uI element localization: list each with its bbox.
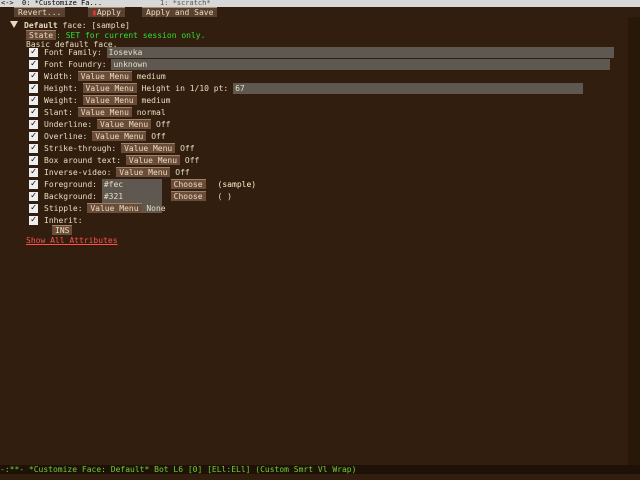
attribute-row: Strike-through: Value Menu Off bbox=[44, 143, 195, 154]
attribute-checkbox[interactable]: ✓ bbox=[29, 156, 38, 165]
text-field[interactable]: unknown bbox=[111, 59, 611, 70]
tab-scratch[interactable]: 1: *scratch* bbox=[160, 0, 211, 7]
mode-line: -:**- *Customize Face: Default* Bot L6 [… bbox=[0, 465, 640, 474]
show-all-attributes-link[interactable]: Show All Attributes bbox=[26, 236, 118, 245]
minibuffer[interactable] bbox=[0, 474, 640, 480]
attribute-checkbox[interactable]: ✓ bbox=[29, 72, 38, 81]
attribute-row: Slant: Value Menu normal bbox=[44, 107, 166, 118]
choose-color-button[interactable]: Choose bbox=[170, 179, 206, 189]
attribute-label: Font Foundry: bbox=[44, 60, 107, 69]
attribute-label: Inverse-video: bbox=[44, 168, 112, 177]
attribute-row: Inverse-video: Value Menu Off bbox=[44, 167, 190, 178]
attribute-value: medium bbox=[141, 96, 171, 105]
right-fringe bbox=[628, 17, 640, 465]
height-field[interactable]: 67 bbox=[233, 83, 584, 94]
attribute-row: Background: #321 Choose( ) bbox=[44, 191, 232, 213]
attribute-checkbox[interactable]: ✓ bbox=[29, 48, 38, 57]
attribute-value: None bbox=[146, 204, 166, 213]
attribute-label: Font Family: bbox=[44, 48, 102, 57]
attribute-checkbox[interactable]: ✓ bbox=[29, 120, 38, 129]
attribute-checkbox[interactable]: ✓ bbox=[29, 108, 38, 117]
attribute-checkbox[interactable]: ✓ bbox=[29, 216, 38, 225]
choose-color-button[interactable]: Choose bbox=[170, 191, 206, 201]
apply-button[interactable]: ▮Apply bbox=[88, 7, 125, 17]
apply-save-button[interactable]: Apply and Save bbox=[142, 7, 218, 17]
attribute-row: Underline: Value Menu Off bbox=[44, 119, 170, 130]
attribute-checkbox[interactable]: ✓ bbox=[29, 204, 38, 213]
attribute-value: normal bbox=[136, 108, 166, 117]
attribute-value: medium bbox=[136, 72, 166, 81]
tab-switcher[interactable]: <-> bbox=[1, 0, 14, 7]
tab-bar: <-> 0: *Customize Fa... 1: *scratch* bbox=[0, 0, 640, 7]
color-sample: ( ) bbox=[217, 192, 232, 201]
emacs-frame: <-> 0: *Customize Fa... 1: *scratch* Rev… bbox=[0, 0, 640, 480]
attribute-value: Off bbox=[180, 144, 195, 153]
attribute-label: Height: bbox=[44, 84, 78, 93]
attribute-label: Overline: bbox=[44, 132, 88, 141]
attribute-checkbox[interactable]: ✓ bbox=[29, 60, 38, 69]
attribute-label: Background: bbox=[44, 192, 97, 201]
value-menu-button[interactable]: Value Menu bbox=[82, 83, 137, 93]
apply-label: Apply bbox=[96, 8, 121, 17]
attribute-value: Off bbox=[175, 168, 190, 177]
value-menu-button[interactable]: Value Menu bbox=[125, 155, 181, 165]
value-menu-button[interactable]: Value Menu bbox=[116, 167, 171, 177]
ins-button[interactable]: INS bbox=[52, 225, 73, 235]
value-menu-button[interactable]: Value Menu bbox=[92, 131, 147, 141]
value-menu-button[interactable]: Value Menu bbox=[82, 95, 137, 105]
attribute-label: Slant: bbox=[44, 108, 73, 117]
color-sample: (sample) bbox=[217, 180, 257, 189]
show-all-row: Show All Attributes bbox=[26, 235, 118, 246]
face-word: face: bbox=[57, 21, 92, 30]
attribute-label: Underline: bbox=[44, 120, 93, 129]
attribute-row: Stipple: Value Menu None bbox=[44, 203, 166, 214]
text-field[interactable]: Iosevka bbox=[106, 47, 614, 58]
collapse-triangle-icon[interactable] bbox=[10, 21, 18, 28]
attribute-value: Off bbox=[156, 120, 171, 129]
attribute-label: Weight: bbox=[44, 96, 78, 105]
face-sample: [sample] bbox=[91, 21, 130, 30]
attribute-checkbox[interactable]: ✓ bbox=[29, 132, 38, 141]
height-label: Height in 1/10 pt: bbox=[141, 84, 229, 93]
attribute-checkbox[interactable]: ✓ bbox=[29, 84, 38, 93]
attribute-checkbox[interactable]: ✓ bbox=[29, 180, 38, 189]
attribute-row: Height: Value Menu Height in 1/10 pt: 67 bbox=[44, 83, 584, 94]
attribute-checkbox[interactable]: ✓ bbox=[29, 144, 38, 153]
attribute-label: Stipple: bbox=[44, 204, 83, 213]
attribute-row: Font Family: Iosevka bbox=[44, 47, 614, 58]
attribute-checkbox[interactable]: ✓ bbox=[29, 96, 38, 105]
revert-button[interactable]: Revert... bbox=[14, 7, 66, 17]
attribute-row: Weight: Value Menu medium bbox=[44, 95, 170, 106]
value-menu-button[interactable]: Value Menu bbox=[121, 143, 176, 153]
tab-customize[interactable]: 0: *Customize Fa... bbox=[22, 0, 102, 7]
attribute-checkbox[interactable]: ✓ bbox=[29, 168, 38, 177]
value-menu-button[interactable]: Value Menu bbox=[87, 203, 142, 213]
attribute-label: Inherit: bbox=[44, 216, 83, 225]
attribute-checkbox[interactable]: ✓ bbox=[29, 192, 38, 201]
attribute-label: Foreground: bbox=[44, 180, 97, 189]
attribute-value: Off bbox=[151, 132, 166, 141]
attribute-row: Font Foundry: unknown bbox=[44, 59, 611, 70]
attribute-row: Width: Value Menu medium bbox=[44, 71, 166, 82]
attribute-label: Strike-through: bbox=[44, 144, 117, 153]
attribute-label: Width: bbox=[44, 72, 73, 81]
value-menu-button[interactable]: Value Menu bbox=[77, 107, 132, 117]
attribute-label: Box around text: bbox=[44, 156, 122, 165]
attribute-row: Box around text: Value Menu Off bbox=[44, 155, 199, 166]
attribute-row: Overline: Value Menu Off bbox=[44, 131, 166, 142]
attribute-row: Foreground: #fec Choose (sample) bbox=[44, 179, 257, 201]
value-menu-button[interactable]: Value Menu bbox=[97, 119, 152, 129]
attribute-value: Off bbox=[184, 156, 200, 165]
value-menu-button[interactable]: Value Menu bbox=[77, 71, 132, 81]
face-title: Default bbox=[24, 21, 58, 30]
